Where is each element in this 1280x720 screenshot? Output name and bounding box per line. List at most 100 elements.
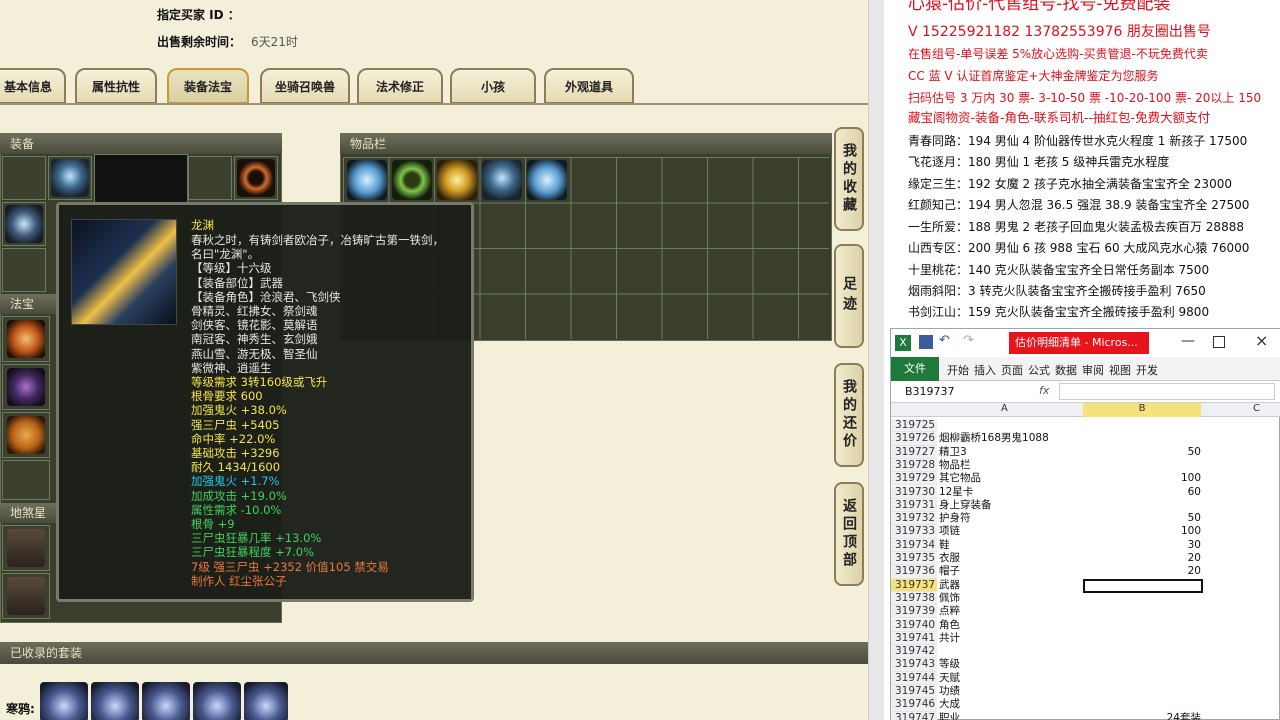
ribbon-tab[interactable]: 公式 [1028,362,1050,378]
cell-a[interactable]: 职业 [939,712,960,720]
row-header[interactable]: 319728 [891,458,937,473]
armor-icon[interactable] [482,160,522,200]
row-header[interactable]: 319733 [891,525,937,539]
cell-a[interactable]: 武器 [939,579,960,592]
cell-b[interactable]: 60 [1083,486,1201,499]
close-button[interactable]: × [1255,331,1268,350]
row-header[interactable]: 319727 [891,445,937,459]
cell-a[interactable]: 项链 [939,525,960,538]
my-favorites-button[interactable]: 我的收藏 [834,127,864,231]
fx-icon[interactable]: fx [1039,384,1049,397]
tab-attributes[interactable]: 属性抗性 [75,68,157,104]
ribbon-tab[interactable]: 审阅 [1082,362,1104,378]
equip-slot[interactable] [48,156,92,200]
equip-slot[interactable] [2,248,46,292]
row-header[interactable]: 319731 [891,498,937,513]
bracelet-icon[interactable] [527,160,567,200]
cell-b[interactable]: 100 [1083,525,1201,538]
cell-a[interactable]: 身上穿装备 [939,499,992,512]
cell-a[interactable]: 护身符 [939,512,971,525]
page-scrollbar[interactable] [868,0,884,720]
name-box[interactable]: B319737 [905,384,985,400]
minimize-button[interactable]: — [1181,333,1195,349]
cell-a[interactable]: 点粹 [939,605,960,618]
cell-a[interactable]: 等级 [939,658,960,671]
row-header[interactable]: 319744 [891,671,937,685]
tab-appearance[interactable]: 外观道具 [544,68,634,104]
row-header[interactable]: 319736 [891,565,937,579]
ribbon-tab[interactable]: 开发 [1136,362,1158,378]
row-header[interactable]: 319739 [891,605,937,619]
tab-mounts-pets[interactable]: 坐骑召唤兽 [260,68,350,104]
ribbon-tab[interactable]: 开始 [947,362,969,378]
suit-icon[interactable] [142,682,190,720]
my-bargain-button[interactable]: 我的还价 [834,363,864,467]
selected-cell[interactable] [1083,579,1203,593]
row-header[interactable]: 319732 [891,512,937,526]
magic-slot[interactable] [2,364,50,410]
cell-a[interactable]: 天赋 [939,672,960,685]
cell-b[interactable]: 50 [1083,446,1201,459]
undo-icon[interactable]: ↶ [939,333,950,348]
file-menu[interactable]: 文件 [891,357,939,381]
ribbon-tab[interactable]: 页面 [1001,362,1023,378]
cell-a[interactable]: 物品栏 [939,459,971,472]
row-header[interactable]: 319725 [891,419,937,433]
tab-child[interactable]: 小孩 [450,68,536,104]
footprint-button[interactable]: 足迹 [834,244,864,348]
column-header-c[interactable]: C [1253,403,1260,414]
back-to-top-button[interactable]: 返回顶部 [834,482,864,586]
row-header[interactable]: 319735 [891,552,937,566]
row-header[interactable]: 319743 [891,658,937,672]
row-header[interactable]: 319742 [891,645,937,659]
magic-slot[interactable] [2,316,50,362]
tab-spell-correction[interactable]: 法术修正 [357,68,443,104]
equip-slot[interactable] [234,156,278,200]
suit-icon[interactable] [193,682,241,720]
cell-a[interactable]: 衣服 [939,552,960,565]
cell-a[interactable]: 鞋 [939,539,950,552]
equip-slot-weapon[interactable] [2,202,46,246]
ribbon-tab[interactable]: 插入 [974,362,996,378]
row-header[interactable]: 319730 [891,485,937,499]
row-header[interactable]: 319734 [891,538,937,552]
star-slot[interactable] [2,525,50,571]
boots-icon[interactable] [347,160,387,200]
ring-icon[interactable] [392,160,432,200]
gold-orb-icon[interactable] [437,160,477,200]
row-header[interactable]: 319738 [891,591,937,606]
cell-a[interactable]: 共计 [939,632,960,645]
star-slot[interactable] [2,573,50,619]
cell-a[interactable]: 帽子 [939,565,960,578]
suit-icon[interactable] [91,682,139,720]
cell-a[interactable]: 功绩 [939,685,960,698]
sheet-grid[interactable]: A B C 319725 319726 烟柳霸桥168男鬼1088 319727 精卫3… [891,403,1280,720]
cell-a[interactable]: 烟柳霸桥168男鬼1088 [939,432,1049,445]
cell-b[interactable]: 30 [1083,539,1201,552]
column-header-b[interactable]: B [1083,403,1201,417]
cell-b[interactable]: 24套装 [1083,712,1201,720]
save-icon[interactable] [919,335,933,349]
column-header-a[interactable]: A [1001,403,1008,414]
tab-equipment[interactable]: 装备法宝 [167,68,249,104]
redo-icon[interactable]: ↷ [963,333,974,348]
suit-icon[interactable] [244,682,288,720]
equip-slot[interactable] [2,156,46,200]
maximize-button[interactable] [1213,336,1225,348]
row-header[interactable]: 319745 [891,685,937,699]
ribbon-tab[interactable]: 视图 [1109,362,1131,378]
formula-input[interactable] [1059,383,1275,400]
row-header[interactable]: 319737 [891,578,937,592]
suit-icon[interactable] [40,682,88,720]
cell-a[interactable]: 精卫3 [939,446,967,459]
cell-b[interactable]: 20 [1083,565,1201,578]
cell-a[interactable]: 角色 [939,619,960,632]
tab-basic-info[interactable]: 基本信息 [0,68,66,104]
magic-slot[interactable] [2,460,50,500]
row-header[interactable]: 319729 [891,472,937,486]
cell-a[interactable]: 佩饰 [939,592,960,605]
cell-b[interactable]: 50 [1083,512,1201,525]
row-header[interactable]: 319747 [891,711,937,720]
cell-b[interactable]: 100 [1083,472,1201,485]
cell-a[interactable]: 其它物品 [939,472,981,485]
